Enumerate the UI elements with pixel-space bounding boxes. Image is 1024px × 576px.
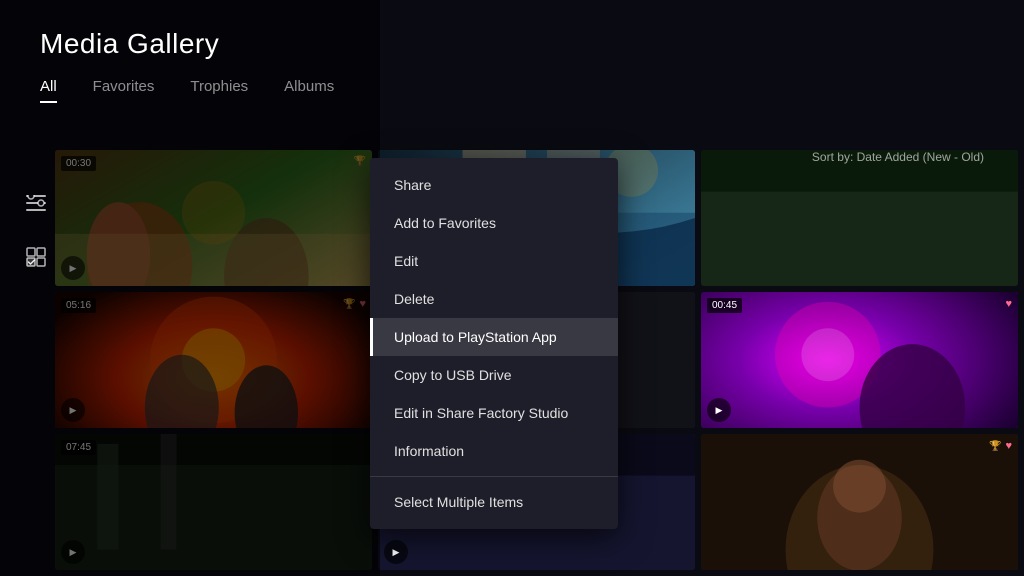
thumb-5-play[interactable]: ▶ bbox=[707, 398, 731, 422]
media-thumb-9[interactable]: 🏆 ♥ bbox=[701, 434, 1018, 570]
thumb-9-icons: 🏆 ♥ bbox=[989, 440, 1012, 452]
media-thumb-4[interactable]: 05:16 ▶ 🏆 ♥ bbox=[55, 292, 372, 428]
thumb-5-icons: ♥ bbox=[1005, 298, 1012, 310]
tabs-nav: All Favorites Trophies Albums bbox=[40, 78, 984, 103]
menu-item-edit[interactable]: Edit bbox=[370, 242, 618, 280]
header: Media Gallery All Favorites Trophies Alb… bbox=[0, 0, 1024, 103]
media-thumb-7[interactable]: 07:45 ▶ bbox=[55, 434, 372, 570]
menu-item-information[interactable]: Information bbox=[370, 432, 618, 470]
menu-item-share-factory[interactable]: Edit in Share Factory Studio bbox=[370, 394, 618, 432]
menu-item-upload-ps-app[interactable]: Upload to PlayStation App bbox=[370, 318, 618, 356]
menu-item-add-favorites[interactable]: Add to Favorites bbox=[370, 204, 618, 242]
thumb-4-play[interactable]: ▶ bbox=[61, 398, 85, 422]
thumb-8-play[interactable]: ▶ bbox=[384, 540, 408, 564]
filter-icon[interactable] bbox=[18, 185, 54, 221]
tab-all[interactable]: All bbox=[40, 78, 57, 103]
heart-icon-4: ♥ bbox=[359, 298, 366, 310]
menu-divider bbox=[370, 476, 618, 477]
sort-label: Sort by: Date Added (New - Old) bbox=[812, 150, 984, 164]
thumb-7-duration: 07:45 bbox=[61, 440, 96, 455]
trophy-icon-4: 🏆 bbox=[343, 299, 355, 310]
tab-trophies[interactable]: Trophies bbox=[190, 78, 248, 103]
heart-icon-5: ♥ bbox=[1005, 298, 1012, 310]
menu-item-share[interactable]: Share bbox=[370, 166, 618, 204]
context-menu: Share Add to Favorites Edit Delete Uploa… bbox=[370, 158, 618, 529]
thumb-1-icons: 🏆 bbox=[354, 156, 366, 167]
media-thumb-3[interactable] bbox=[701, 150, 1018, 286]
menu-item-copy-usb[interactable]: Copy to USB Drive bbox=[370, 356, 618, 394]
page-title: Media Gallery bbox=[40, 28, 984, 60]
thumb-1-play[interactable]: ▶ bbox=[61, 256, 85, 280]
thumb-5-duration: 00:45 bbox=[707, 298, 742, 313]
thumb-4-duration: 05:16 bbox=[61, 298, 96, 313]
menu-item-delete[interactable]: Delete bbox=[370, 280, 618, 318]
thumb-1-duration: 00:30 bbox=[61, 156, 96, 171]
thumb-4-icons: 🏆 ♥ bbox=[343, 298, 366, 310]
media-thumb-5[interactable]: 00:45 ▶ ♥ bbox=[701, 292, 1018, 428]
tab-favorites[interactable]: Favorites bbox=[93, 78, 155, 103]
trophy-icon: 🏆 bbox=[354, 156, 366, 167]
menu-item-select-multiple[interactable]: Select Multiple Items bbox=[370, 483, 618, 521]
trophy-icon-9: 🏆 bbox=[989, 441, 1001, 452]
tab-albums[interactable]: Albums bbox=[284, 78, 334, 103]
sidebar bbox=[18, 185, 54, 275]
select-icon[interactable] bbox=[18, 239, 54, 275]
thumb-7-play[interactable]: ▶ bbox=[61, 540, 85, 564]
media-thumb-1[interactable]: 00:30 ▶ 🏆 bbox=[55, 150, 372, 286]
heart-icon-9: ♥ bbox=[1005, 440, 1012, 452]
